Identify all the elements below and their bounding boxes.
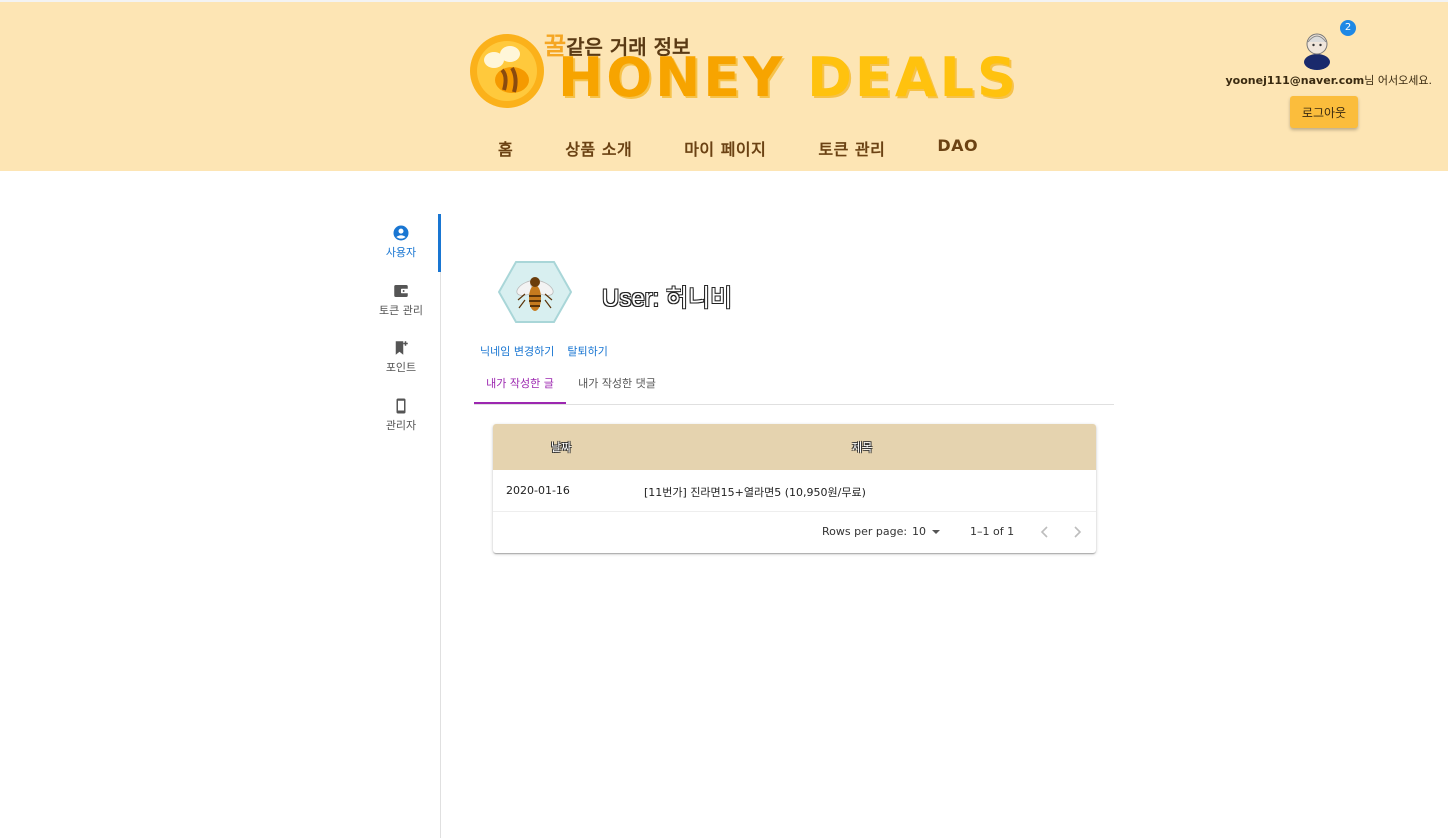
cell-title[interactable]: [11번가] 진라면15+열라면5 (10,950원/무료)	[644, 484, 866, 500]
sidebar-item-points[interactable]: 포인트	[362, 339, 440, 389]
profile-bee-image	[498, 261, 572, 323]
user-greeting: yoonej111@naver.com님 어서오세요.	[1216, 72, 1433, 88]
sidebar-item-label: 관리자	[385, 419, 417, 432]
nav-home[interactable]: 홈	[498, 132, 513, 160]
change-nickname-link[interactable]: 닉네임 변경하기	[480, 343, 554, 359]
rows-per-page-label: Rows per page:	[822, 525, 908, 538]
logout-button[interactable]: 로그아웃	[1290, 96, 1358, 128]
sidebar-item-label: 사용자	[385, 246, 417, 259]
profile-actions: 닉네임 변경하기 탈퇴하기	[480, 343, 608, 359]
profile-title: User: 허니비	[602, 285, 733, 312]
sidebar-item-user[interactable]: 사용자	[362, 224, 440, 274]
sidebar-item-label: 포인트	[385, 361, 417, 374]
account-circle-icon	[393, 225, 409, 241]
next-page-icon[interactable]	[1068, 523, 1086, 541]
nav-token-management[interactable]: 토큰 관리	[818, 132, 885, 160]
nav-dao[interactable]: DAO	[937, 132, 978, 160]
tab-my-posts[interactable]: 내가 작성한 글	[474, 370, 566, 404]
rows-per-page-value: 10	[912, 525, 926, 538]
profile-tabs: 내가 작성한 글 내가 작성한 댓글	[474, 370, 1114, 405]
app-header: 꿀같은 거래 정보 HONEY DEALS 홈 상품 소개 마이 페이지 토큰 …	[0, 0, 1448, 171]
withdraw-link[interactable]: 탈퇴하기	[567, 343, 607, 359]
table-row[interactable]: 2020-01-16 [11번가] 진라면15+열라면5 (10,950원/무료…	[493, 470, 1096, 512]
sidebar-item-token[interactable]: 토큰 관리	[362, 282, 440, 332]
table-pagination: Rows per page: 10 1–1 of 1	[493, 520, 1096, 544]
user-email: yoonej111@naver.com	[1225, 74, 1365, 87]
bee-logo-icon	[470, 34, 544, 108]
column-header-title[interactable]: 제목	[852, 439, 872, 455]
sidebar-item-admin[interactable]: 관리자	[362, 397, 440, 447]
rows-per-page-select[interactable]: 10	[912, 525, 940, 538]
tab-my-comments[interactable]: 내가 작성한 댓글	[566, 370, 668, 404]
main-nav: 홈 상품 소개 마이 페이지 토큰 관리 DAO	[470, 132, 978, 160]
posts-table: 날짜 제목 2020-01-16 [11번가] 진라면15+열라면5 (10,9…	[493, 424, 1096, 553]
previous-page-icon[interactable]	[1036, 523, 1054, 541]
cell-date: 2020-01-16	[506, 484, 570, 497]
bookmark-add-icon	[395, 341, 408, 355]
honey-deals-logo[interactable]: 꿀같은 거래 정보 HONEY DEALS	[468, 26, 1016, 114]
column-header-date[interactable]: 날짜	[551, 439, 571, 455]
dropdown-caret-icon	[932, 530, 940, 534]
logo-title: HONEY DEALS	[558, 46, 1019, 109]
table-header: 날짜 제목	[493, 424, 1096, 470]
phone-icon	[396, 398, 406, 414]
pagination-range: 1–1 of 1	[970, 525, 1015, 538]
greeting-suffix: 님 어서오세요.	[1364, 74, 1432, 87]
wallet-icon	[394, 285, 409, 297]
user-panel: 2 yoonej111@naver.com님 어서오세요. 로그아웃	[1216, 16, 1432, 136]
sidebar-item-label: 토큰 관리	[379, 304, 423, 317]
notification-badge[interactable]: 2	[1340, 20, 1356, 36]
nav-products[interactable]: 상품 소개	[565, 132, 632, 160]
user-avatar-icon[interactable]	[1300, 24, 1334, 70]
nav-my-page[interactable]: 마이 페이지	[684, 132, 766, 160]
sidebar-divider	[440, 214, 441, 838]
